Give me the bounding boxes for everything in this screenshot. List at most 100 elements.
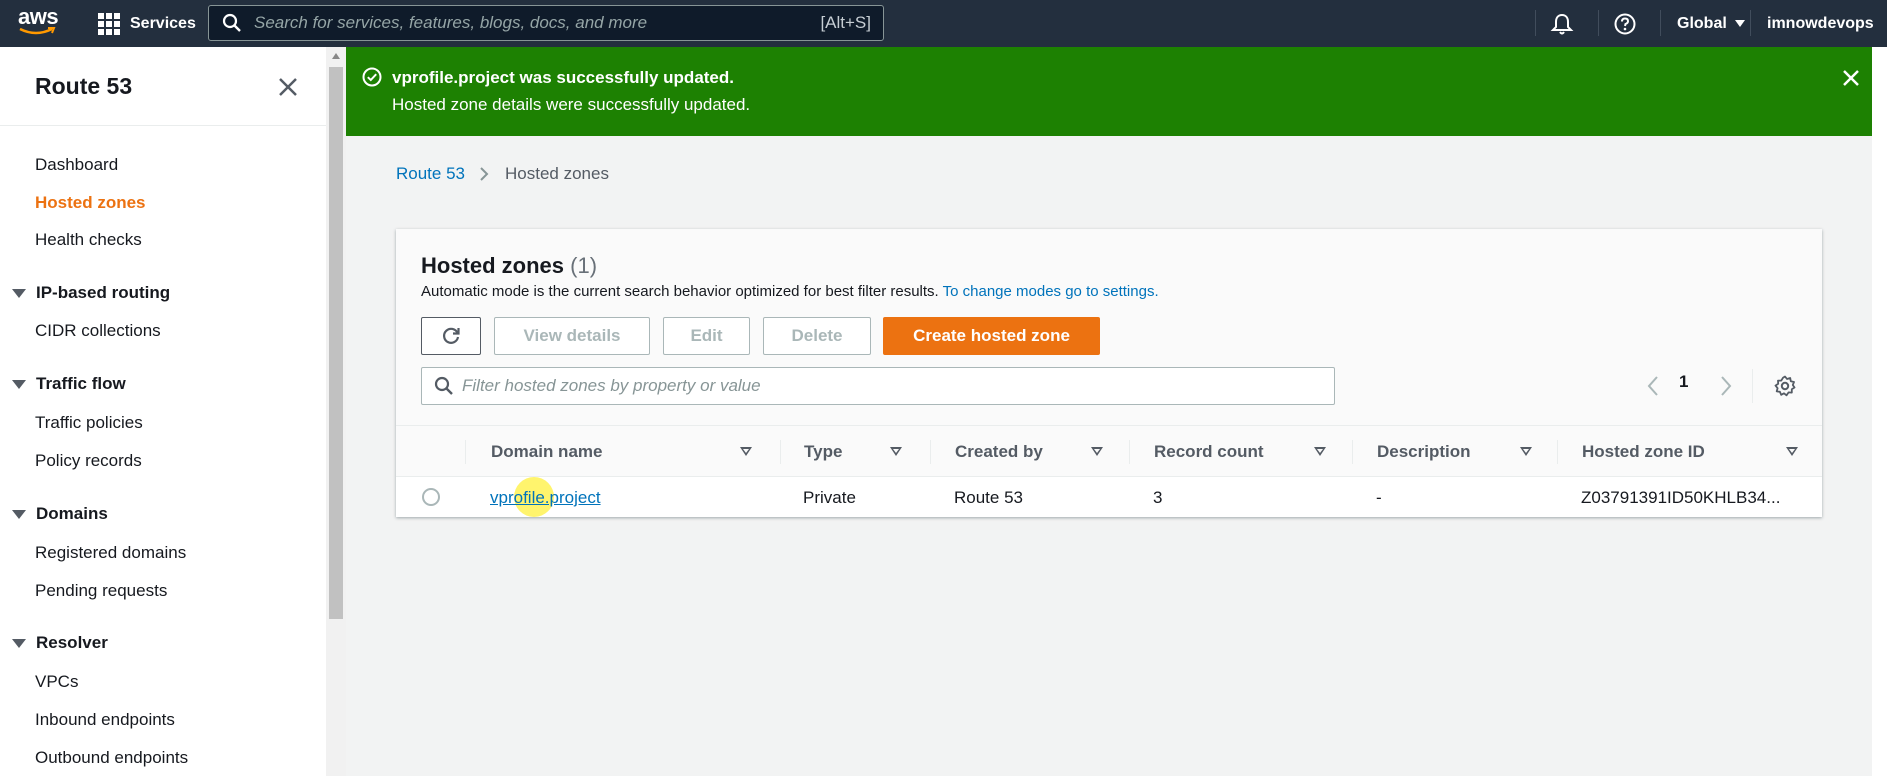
sidebar-section-title: IP-based routing xyxy=(36,283,171,302)
cell-hosted-zone-id: Z03791391ID50KHLB34... xyxy=(1581,488,1781,507)
sidebar-item-registered-domains[interactable]: Registered domains xyxy=(35,543,186,563)
nav-divider xyxy=(1660,10,1661,36)
caret-down-icon xyxy=(12,288,26,298)
sort-icon[interactable] xyxy=(740,447,752,456)
panel-count: (1) xyxy=(570,253,598,278)
nav-divider xyxy=(1750,10,1751,36)
view-details-button[interactable]: View details xyxy=(494,317,650,355)
dismiss-flash-icon[interactable] xyxy=(1840,67,1862,89)
refresh-icon xyxy=(443,327,460,344)
cell-type: Private xyxy=(803,488,856,507)
column-domain-name[interactable]: Domain name xyxy=(491,442,602,462)
sort-icon[interactable] xyxy=(1091,447,1103,456)
sidebar-section-traffic-flow[interactable]: Traffic flow xyxy=(12,374,126,394)
aws-smile-icon xyxy=(19,27,56,35)
row-select-radio[interactable] xyxy=(422,488,440,506)
region-label: Global xyxy=(1677,14,1727,32)
caret-down-icon xyxy=(12,509,26,519)
cell-description: - xyxy=(1376,488,1382,507)
column-created-by[interactable]: Created by xyxy=(955,442,1043,462)
cell-record-count: 3 xyxy=(1153,488,1163,507)
caret-down-icon xyxy=(12,638,26,648)
scroll-up-arrow-icon[interactable] xyxy=(332,53,340,59)
aws-logo-text: aws xyxy=(18,4,59,29)
column-description[interactable]: Description xyxy=(1377,442,1471,462)
sidebar-title: Route 53 xyxy=(35,73,133,99)
help-button[interactable] xyxy=(1613,0,1637,47)
refresh-button[interactable] xyxy=(421,317,481,355)
column-divider xyxy=(1352,440,1353,464)
create-hosted-zone-button[interactable]: Create hosted zone xyxy=(883,317,1100,355)
column-divider xyxy=(1129,440,1130,464)
delete-button[interactable]: Delete xyxy=(763,317,871,355)
sidebar-item-dashboard[interactable]: Dashboard xyxy=(35,155,118,175)
filter-placeholder: Filter hosted zones by property or value xyxy=(462,376,761,395)
sort-icon[interactable] xyxy=(1520,447,1532,456)
sidebar-section-ip-based-routing[interactable]: IP-based routing xyxy=(12,283,170,303)
table-header: Domain name Type Created by Record count… xyxy=(396,425,1822,477)
edit-button[interactable]: Edit xyxy=(663,317,750,355)
domain-name-link[interactable]: vprofile.project xyxy=(490,488,601,508)
table-row[interactable]: vprofile.project Private Route 53 3 - Z0… xyxy=(396,477,1822,517)
sort-icon[interactable] xyxy=(1314,447,1326,456)
sidebar-item-pending-requests[interactable]: Pending requests xyxy=(35,581,167,601)
bell-icon xyxy=(1550,13,1574,34)
column-record-count[interactable]: Record count xyxy=(1154,442,1264,462)
breadcrumb-route53-link[interactable]: Route 53 xyxy=(396,164,465,184)
notifications-button[interactable] xyxy=(1550,0,1574,47)
region-selector[interactable]: Global xyxy=(1677,0,1745,47)
column-divider xyxy=(1557,440,1558,464)
cell-created-by: Route 53 xyxy=(954,488,1023,507)
gear-icon[interactable] xyxy=(1774,375,1796,397)
sidebar-item-cidr-collections[interactable]: CIDR collections xyxy=(35,321,161,341)
aws-logo[interactable]: aws xyxy=(18,6,62,40)
chevron-right-icon xyxy=(480,167,489,181)
pager-divider xyxy=(1752,369,1753,403)
column-divider xyxy=(780,440,781,464)
account-menu[interactable]: imnowdevops xyxy=(1767,0,1874,47)
flash-message: Hosted zone details were successfully up… xyxy=(392,95,751,114)
sidebar-item-hosted-zones[interactable]: Hosted zones xyxy=(35,193,146,213)
breadcrumb-current: Hosted zones xyxy=(505,164,609,183)
services-label: Services xyxy=(130,15,196,32)
sort-icon[interactable] xyxy=(890,447,902,456)
sidebar-scrollbar[interactable] xyxy=(326,47,346,776)
panel-title-text: Hosted zones xyxy=(421,253,565,278)
sidebar-item-policy-records[interactable]: Policy records xyxy=(35,451,142,471)
sidebar-section-resolver[interactable]: Resolver xyxy=(12,633,108,653)
panel-header: Hosted zones (1) Automatic mode is the c… xyxy=(396,229,1822,425)
column-divider xyxy=(930,440,931,464)
success-flash-banner: vprofile.project was successfully update… xyxy=(346,47,1872,136)
sidebar-divider xyxy=(0,125,326,126)
global-search-input[interactable]: Search for services, features, blogs, do… xyxy=(208,5,884,41)
search-placeholder: Search for services, features, blogs, do… xyxy=(254,13,648,32)
sidebar-item-health-checks[interactable]: Health checks xyxy=(35,230,142,250)
sidebar-section-title: Domains xyxy=(36,504,108,523)
close-sidebar-icon[interactable] xyxy=(276,75,300,99)
sidebar-section-domains[interactable]: Domains xyxy=(12,504,108,524)
panel-title: Hosted zones (1) xyxy=(421,253,597,279)
breadcrumb: Route 53 Hosted zones xyxy=(396,164,609,184)
next-page-icon[interactable] xyxy=(1719,375,1733,397)
search-shortcut: [Alt+S] xyxy=(820,13,871,32)
settings-link[interactable]: To change modes go to settings. xyxy=(943,283,1159,300)
prev-page-icon[interactable] xyxy=(1646,375,1660,397)
current-page-number[interactable]: 1 xyxy=(1679,372,1688,392)
sidebar-section-title: Resolver xyxy=(36,633,108,652)
hosted-zones-panel: Hosted zones (1) Automatic mode is the c… xyxy=(396,229,1822,517)
sidebar-item-inbound-endpoints[interactable]: Inbound endpoints xyxy=(35,710,175,730)
services-grid-icon xyxy=(98,13,120,35)
column-type[interactable]: Type xyxy=(804,442,842,462)
nav-divider xyxy=(1598,10,1599,36)
filter-input[interactable]: Filter hosted zones by property or value xyxy=(421,367,1335,405)
services-menu-button[interactable]: Services xyxy=(98,12,196,36)
panel-description: Automatic mode is the current search beh… xyxy=(421,283,1159,300)
scrollbar-thumb[interactable] xyxy=(329,67,343,619)
sort-icon[interactable] xyxy=(1786,447,1798,456)
search-mode-text: Automatic mode is the current search beh… xyxy=(421,283,939,300)
sidebar-item-outbound-endpoints[interactable]: Outbound endpoints xyxy=(35,748,188,768)
success-check-icon xyxy=(362,67,382,87)
sidebar-item-vpcs[interactable]: VPCs xyxy=(35,672,78,692)
column-hosted-zone-id[interactable]: Hosted zone ID xyxy=(1582,442,1705,462)
sidebar-item-traffic-policies[interactable]: Traffic policies xyxy=(35,413,143,433)
